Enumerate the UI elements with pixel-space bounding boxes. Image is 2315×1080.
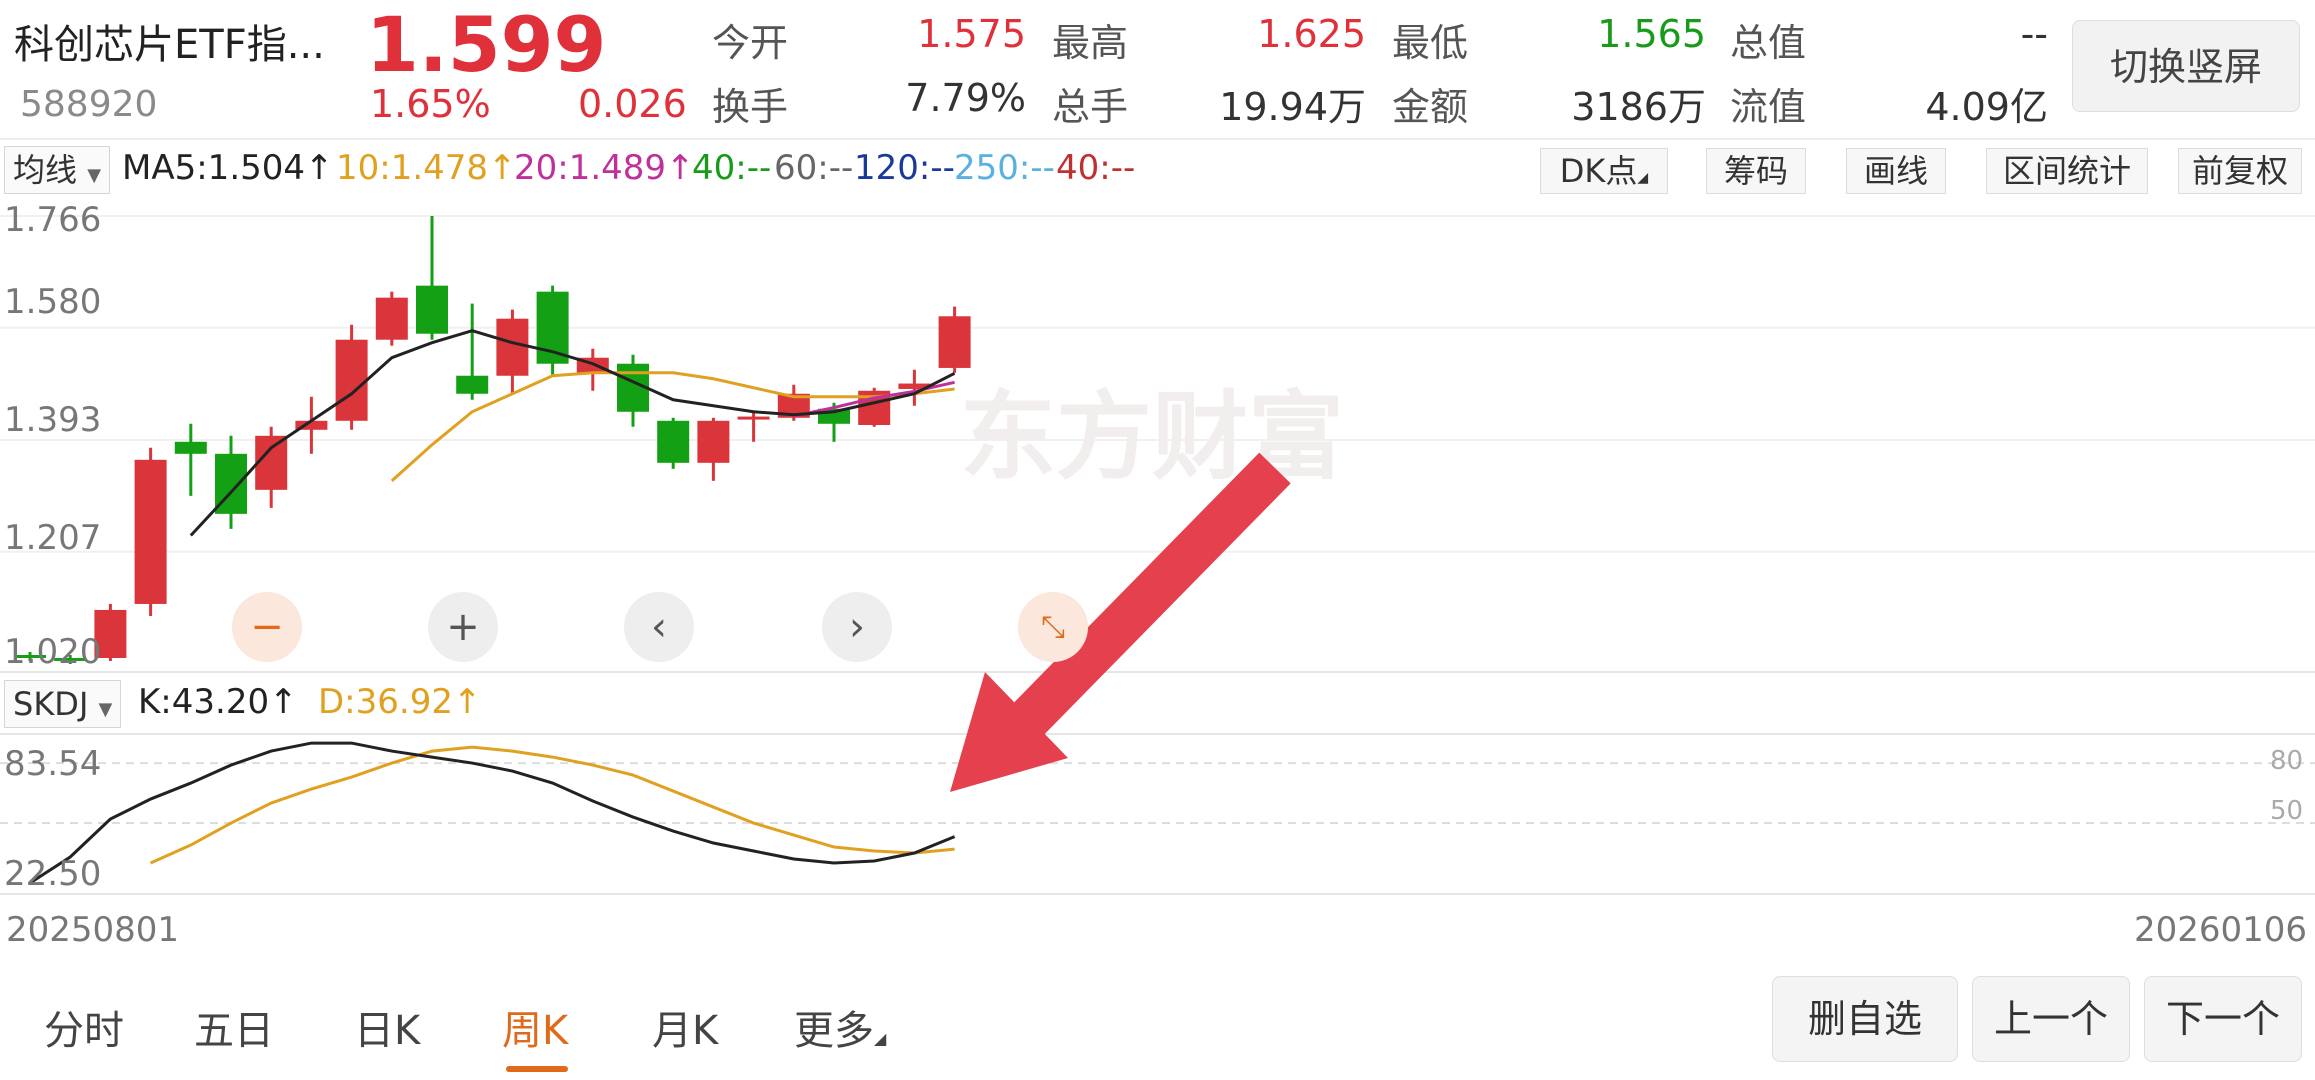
tab-intraday[interactable]: 分时 (44, 998, 124, 1056)
kdj-ref-label: 80 (2270, 746, 2304, 776)
stat-label-turnover: 换手 (712, 85, 789, 129)
kdj-selector-label: SKDJ (13, 685, 89, 723)
ma5-value: MA5:1.504↑ (122, 148, 334, 188)
kdj-ref-label: 50 (2270, 796, 2304, 826)
stat-value-open: 1.575 (917, 12, 1026, 56)
ma250-value: 250:-- (954, 148, 1055, 188)
scroll-left-button[interactable]: ‹ (624, 592, 694, 662)
ma5-line (189, 329, 956, 537)
corner-arrow-icon: ◢ (1637, 170, 1649, 186)
kdj-indicator-bar: SKDJ ▼ K:43.20↑ D:36.92↑ (0, 672, 2315, 734)
candle-body (134, 459, 167, 604)
stat-label-volume: 总手 (1052, 85, 1129, 129)
ma20-value: 20:1.489↑ (514, 148, 695, 188)
security-name[interactable]: 科创芯片ETF指... (14, 12, 325, 70)
kdj-selector[interactable]: SKDJ ▼ (4, 680, 122, 728)
chip-button[interactable]: 筹码 (1706, 148, 1806, 194)
dk-point-label: DK点 (1559, 152, 1638, 190)
candle-body (255, 435, 288, 490)
stat-label-open: 今开 (712, 21, 789, 65)
stat-label-high: 最高 (1052, 21, 1129, 65)
y-axis-label: 1.393 (4, 400, 102, 440)
stat-value-total-value: -- (2020, 12, 2048, 56)
y-axis-label: 1.020 (4, 632, 102, 672)
y-axis-label: 1.580 (4, 282, 102, 322)
candle-body (375, 297, 408, 340)
ma-indicator-bar: 均线 ▼ MA5:1.504↑ 10:1.478↑ 20:1.489↑ 40:-… (0, 138, 2315, 198)
kdj-d-value: D:36.92↑ (318, 682, 482, 722)
ma60-value: 60:-- (774, 148, 854, 188)
kdj-y-label: 22.50 (4, 854, 102, 894)
ma10-value: 10:1.478↑ (336, 148, 517, 188)
ma120-value: 120:-- (854, 148, 955, 188)
last-price: 1.599 (366, 0, 607, 89)
candle-body (697, 420, 730, 463)
draw-line-button[interactable]: 画线 (1846, 148, 1946, 194)
range-stats-button[interactable]: 区间统计 (1986, 148, 2148, 194)
stat-value-turnover: 7.79% (905, 76, 1026, 120)
tab-monthly-k[interactable]: 月K (652, 998, 718, 1056)
ma-selector[interactable]: 均线 ▼ (4, 146, 111, 194)
kdj-y-label: 83.54 (4, 744, 102, 784)
previous-button[interactable]: 上一个 (1972, 976, 2130, 1062)
watermark: 东方财富 (960, 381, 1344, 493)
ma40-value: 40:-- (692, 148, 772, 188)
y-axis-label: 1.207 (4, 518, 102, 558)
red-arrow-annotation (950, 452, 1291, 792)
dropdown-arrow-icon: ▼ (87, 165, 102, 186)
date-start: 20250801 (6, 910, 180, 950)
stat-value-high: 1.625 (1257, 12, 1366, 56)
kdj-lines-layer (0, 741, 2315, 885)
candle-body (657, 420, 690, 463)
tab-more[interactable]: 更多◢ (794, 998, 886, 1056)
stat-label-total-value: 总值 (1730, 21, 1807, 65)
candle-body (496, 318, 529, 376)
date-end: 20260106 (2134, 910, 2308, 950)
stat-value-amount: 3186万 (1571, 85, 1706, 129)
candle-body (737, 416, 770, 420)
zoom-out-button[interactable]: − (232, 592, 302, 662)
corner-arrow-icon: ◢ (874, 1029, 887, 1048)
remove-watchlist-button[interactable]: 删自选 (1772, 976, 1958, 1062)
forward-adjust-button[interactable]: 前复权 (2178, 148, 2302, 194)
next-button[interactable]: 下一个 (2144, 976, 2302, 1062)
kline-chart[interactable]: 东方财富 (0, 196, 2315, 906)
candle-body (456, 375, 489, 394)
change-amount: 0.026 (578, 82, 687, 126)
ma40b-value: 40:-- (1056, 148, 1136, 188)
collapse-icon[interactable]: ⤡ (1018, 592, 1088, 662)
candle-body (938, 316, 971, 368)
ma-selector-label: 均线 (13, 151, 78, 189)
candle-body (416, 285, 448, 334)
kdj-k-value: K:43.20↑ (138, 682, 298, 722)
kdj-d-line (149, 745, 955, 865)
stat-label-amount: 金额 (1392, 85, 1469, 129)
y-axis-label: 1.766 (4, 200, 102, 240)
candle-body (335, 339, 368, 421)
tab-daily-k[interactable]: 日K (354, 998, 420, 1056)
scroll-right-button[interactable]: › (822, 592, 892, 662)
dk-point-button[interactable]: DK点◢ (1540, 148, 1668, 194)
candle-body (174, 441, 207, 454)
stat-label-float-value: 流值 (1730, 85, 1807, 129)
stock-detail-screen: 科创芯片ETF指... 588920 1.599 1.65% 0.026 今开 … (0, 0, 2315, 1080)
stat-value-low: 1.565 (1597, 12, 1706, 56)
tab-five-day[interactable]: 五日 (194, 998, 274, 1056)
security-code: 588920 (20, 84, 158, 125)
change-percent: 1.65% (370, 82, 491, 126)
zoom-in-button[interactable]: + (428, 592, 498, 662)
active-tab-indicator (506, 1066, 568, 1072)
stat-value-float-value: 4.09亿 (1925, 85, 2048, 129)
ma-lines-layer (189, 329, 956, 537)
tab-weekly-k[interactable]: 周K (502, 998, 568, 1056)
quote-header: 科创芯片ETF指... 588920 1.599 1.65% 0.026 今开 … (0, 0, 2315, 132)
switch-portrait-button[interactable]: 切换竖屏 (2072, 20, 2300, 112)
stat-value-volume: 19.94万 (1219, 85, 1366, 129)
tab-more-label: 更多 (794, 1008, 874, 1054)
dropdown-arrow-icon: ▼ (98, 699, 113, 720)
stat-label-low: 最低 (1392, 21, 1469, 65)
